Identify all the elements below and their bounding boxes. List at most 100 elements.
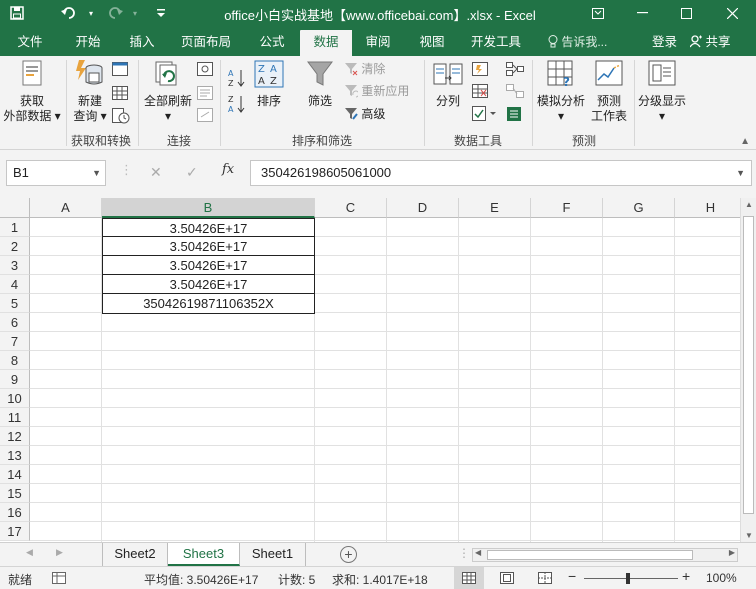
cell-b5[interactable]: 35042619871106352X	[102, 294, 315, 314]
splitter-dots-icon[interactable]: ⋮	[458, 546, 470, 560]
new-query-button[interactable]: 新建 查询 ▾	[70, 60, 110, 124]
collapse-ribbon-icon[interactable]: ▲	[740, 136, 750, 147]
zoom-level[interactable]: 100%	[706, 571, 737, 585]
scroll-up-icon[interactable]: ▲	[741, 200, 756, 209]
tab-page-layout[interactable]: 页面布局	[174, 30, 238, 56]
name-box[interactable]: B1 ▼	[6, 160, 106, 186]
vertical-scroll-thumb[interactable]	[743, 216, 754, 514]
row-header-1[interactable]: 1	[0, 218, 30, 237]
tab-home[interactable]: 开始	[64, 30, 112, 56]
row-header-17[interactable]: 17	[0, 522, 30, 541]
column-header-c[interactable]: C	[315, 198, 387, 218]
enter-check-icon[interactable]: ✓	[186, 164, 198, 181]
text-to-columns-button[interactable]: 分列	[428, 60, 468, 109]
reapply-button[interactable]: 重新应用	[344, 81, 409, 101]
cell-b1[interactable]: 3.50426E+17	[102, 218, 315, 237]
sort-button[interactable]: ZAAZ 排序	[252, 60, 286, 109]
consolidate-icon[interactable]	[506, 62, 524, 79]
column-header-e[interactable]: E	[459, 198, 531, 218]
prev-sheet-icon[interactable]: ◀	[26, 547, 33, 558]
zoom-slider[interactable]	[584, 578, 678, 579]
next-sheet-icon[interactable]: ▶	[56, 547, 63, 558]
page-layout-view-icon[interactable]	[500, 572, 514, 587]
row-header-13[interactable]: 13	[0, 446, 30, 465]
column-header-a[interactable]: A	[30, 198, 102, 218]
cell-b3[interactable]: 3.50426E+17	[102, 256, 315, 275]
row-header-3[interactable]: 3	[0, 256, 30, 275]
sign-in-link[interactable]: 登录	[652, 30, 677, 56]
worksheet-grid[interactable]: A B C D E F G H 1 2 3 4 5 6 7 8 9 10 11 12 13 14 15 16 1…	[0, 198, 740, 542]
forecast-sheet-button[interactable]: 预测 工作表	[588, 60, 630, 124]
tab-file[interactable]: 文件	[6, 30, 54, 56]
expand-formula-icon[interactable]: ▼	[736, 161, 745, 185]
tab-data[interactable]: 数据	[300, 30, 352, 56]
row-header-16[interactable]: 16	[0, 503, 30, 522]
save-icon[interactable]	[6, 3, 28, 23]
remove-duplicates-icon[interactable]	[472, 84, 488, 101]
show-queries-icon[interactable]	[112, 62, 128, 79]
outline-button[interactable]: 分级显示 ▾	[636, 60, 688, 124]
scroll-right-icon[interactable]: ▶	[729, 548, 735, 557]
properties-icon[interactable]	[197, 86, 213, 103]
row-header-14[interactable]: 14	[0, 465, 30, 484]
row-header-8[interactable]: 8	[0, 351, 30, 370]
from-table-icon[interactable]	[112, 86, 128, 103]
cancel-entry-icon[interactable]: ✕	[150, 164, 162, 181]
chevron-down-icon[interactable]: ▼	[92, 161, 101, 185]
relationships-icon[interactable]	[506, 84, 524, 101]
add-sheet-icon[interactable]: +	[340, 546, 357, 563]
macro-record-icon[interactable]	[52, 572, 66, 587]
redo-dropdown-icon[interactable]: ▾	[124, 3, 146, 23]
tell-me-box[interactable]: 告诉我...	[548, 30, 607, 56]
page-break-view-icon[interactable]	[538, 572, 552, 587]
sort-descending-icon[interactable]: ZA	[228, 94, 246, 117]
data-validation-icon[interactable]	[472, 106, 498, 125]
close-icon[interactable]	[710, 0, 754, 26]
clear-filter-button[interactable]: 清除	[344, 59, 385, 79]
column-header-d[interactable]: D	[387, 198, 459, 218]
tab-view[interactable]: 视图	[410, 30, 454, 56]
vertical-scrollbar[interactable]: ▲ ▼	[740, 198, 756, 542]
zoom-slider-thumb[interactable]	[626, 573, 630, 584]
data-model-icon[interactable]	[506, 106, 522, 125]
column-header-f[interactable]: F	[531, 198, 603, 218]
sheet-tab-sheet2[interactable]: Sheet2	[102, 543, 168, 566]
sheet-tab-sheet3[interactable]: Sheet3	[168, 543, 240, 566]
row-header-9[interactable]: 9	[0, 370, 30, 389]
zoom-in-icon[interactable]: +	[682, 568, 690, 584]
row-header-11[interactable]: 11	[0, 408, 30, 427]
tab-review[interactable]: 审阅	[356, 30, 400, 56]
redo-icon[interactable]	[104, 3, 126, 23]
scroll-left-icon[interactable]: ◀	[475, 548, 481, 557]
row-header-6[interactable]: 6	[0, 313, 30, 332]
row-header-10[interactable]: 10	[0, 389, 30, 408]
column-header-h[interactable]: H	[675, 198, 740, 218]
what-if-analysis-button[interactable]: ? 模拟分析 ▾	[536, 60, 586, 124]
cell-b4[interactable]: 3.50426E+17	[102, 275, 315, 294]
tab-formulas[interactable]: 公式	[250, 30, 294, 56]
edit-links-icon[interactable]	[197, 108, 213, 125]
advanced-filter-button[interactable]: 高级	[344, 104, 385, 124]
row-header-4[interactable]: 4	[0, 275, 30, 294]
column-header-b[interactable]: B	[102, 198, 315, 218]
ribbon-display-options-icon[interactable]	[576, 0, 620, 26]
horizontal-scroll-thumb[interactable]	[487, 550, 693, 560]
row-header-15[interactable]: 15	[0, 484, 30, 503]
refresh-all-button[interactable]: 全部刷新 ▾	[140, 60, 196, 124]
normal-view-button[interactable]	[454, 567, 484, 589]
flash-fill-icon[interactable]	[472, 62, 488, 79]
select-all-corner[interactable]	[0, 198, 30, 218]
share-button[interactable]: 共享	[689, 30, 731, 56]
filter-button[interactable]: 筛选	[300, 60, 340, 109]
sheet-tab-sheet1[interactable]: Sheet1	[240, 543, 306, 566]
formula-input[interactable]: 350426198605061000 ▼	[250, 160, 752, 186]
column-header-g[interactable]: G	[603, 198, 675, 218]
maximize-icon[interactable]	[664, 0, 708, 26]
customize-quick-access-icon[interactable]	[150, 3, 172, 23]
sort-ascending-icon[interactable]: AZ	[228, 68, 246, 91]
tab-insert[interactable]: 插入	[118, 30, 166, 56]
row-header-7[interactable]: 7	[0, 332, 30, 351]
recent-sources-icon[interactable]	[112, 108, 130, 127]
row-header-5[interactable]: 5	[0, 294, 30, 313]
insert-function-icon[interactable]: fx	[222, 162, 234, 177]
